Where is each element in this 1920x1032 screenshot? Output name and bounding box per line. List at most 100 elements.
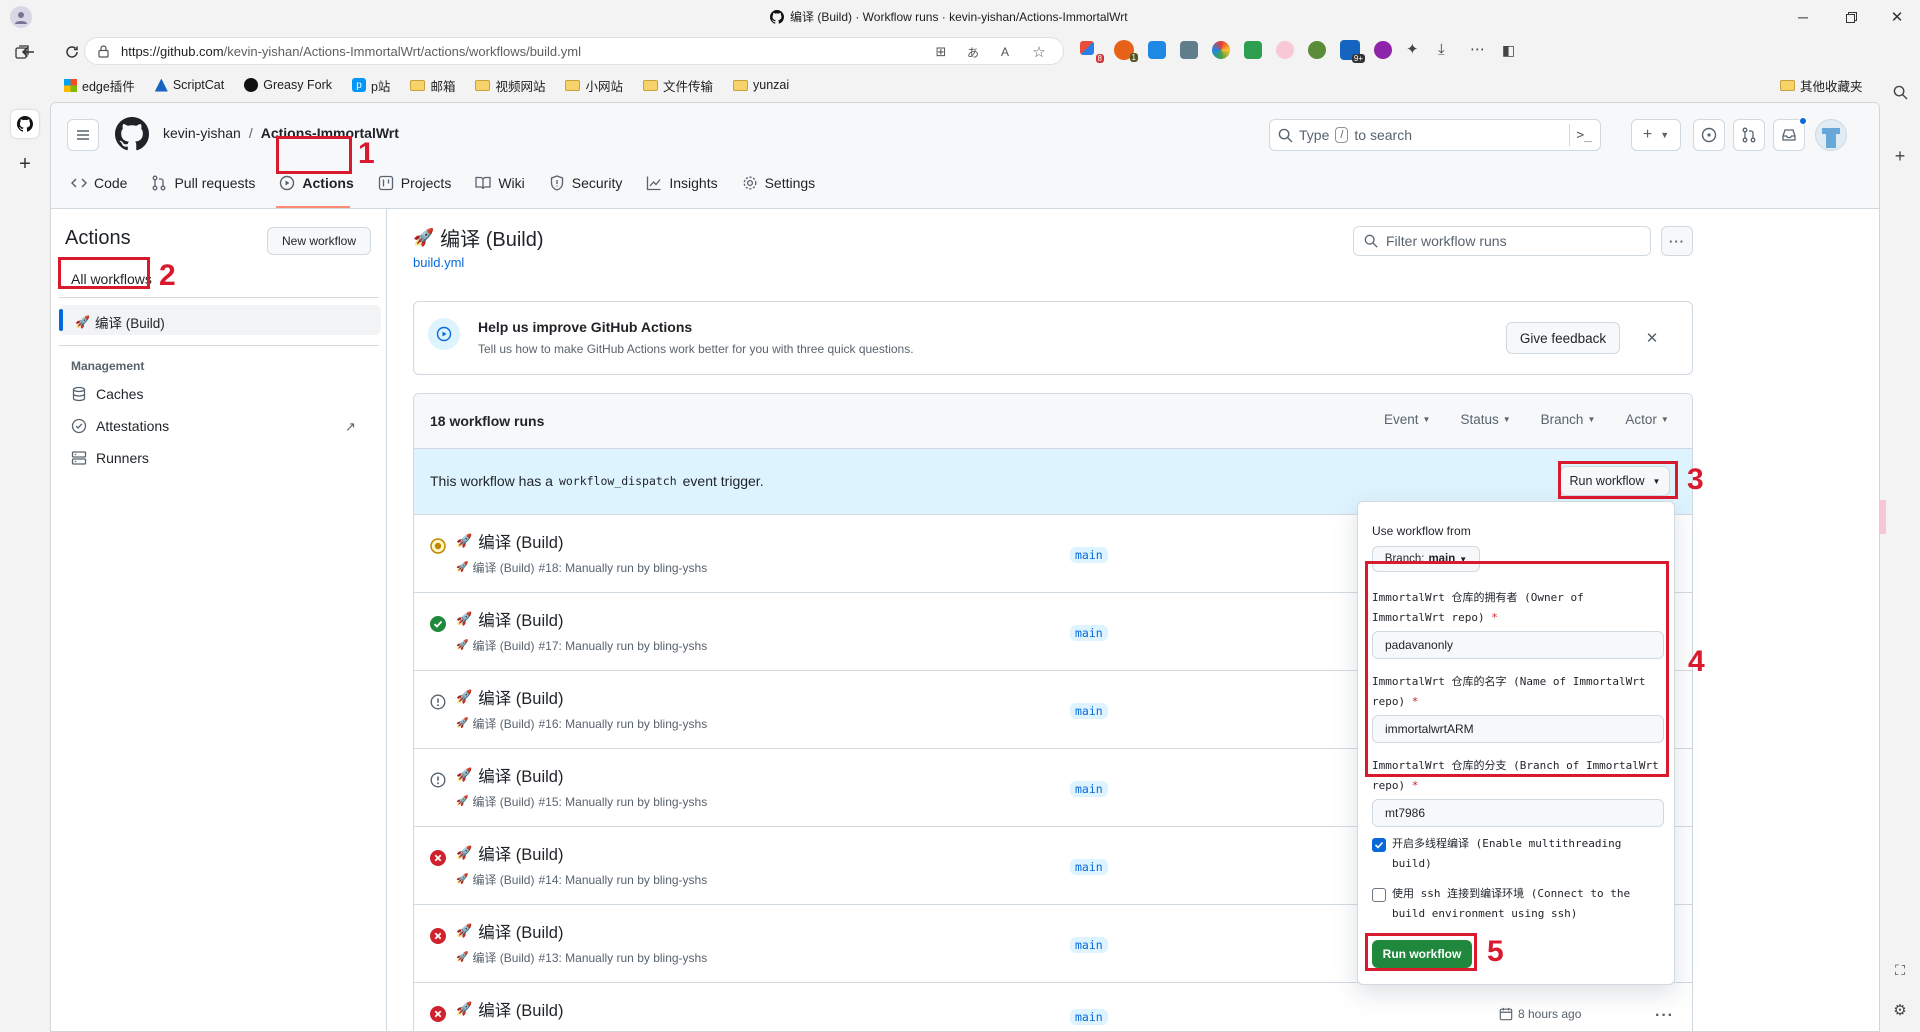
bookmark-folder-small-sites[interactable]: 小网站 — [557, 72, 631, 98]
favorite-star-icon[interactable]: ☆ — [1029, 42, 1049, 62]
branch-label[interactable]: main — [1070, 859, 1108, 875]
projects-icon — [378, 175, 393, 191]
run-title-link[interactable]: 🚀 编译 (Build) — [456, 997, 563, 1021]
sidebar-add-icon[interactable]: + — [1888, 144, 1912, 168]
issues-icon[interactable] — [1693, 119, 1725, 151]
close-icon[interactable]: ✕ — [1640, 326, 1664, 350]
more-menu-icon[interactable]: ⋯ — [1470, 41, 1488, 59]
tab-wiki[interactable]: Wiki — [467, 167, 532, 199]
extension-3-icon[interactable] — [1148, 41, 1166, 59]
multithread-checkbox[interactable] — [1372, 838, 1386, 852]
rocket-icon: 🚀 — [456, 874, 469, 885]
translate-icon[interactable]: あ — [963, 42, 983, 62]
extension-1-icon[interactable]: 8 — [1078, 39, 1104, 63]
branch-label[interactable]: main — [1070, 703, 1108, 719]
restore-button[interactable] — [1838, 4, 1864, 30]
github-logo-icon[interactable] — [115, 117, 149, 151]
bookmark-scriptcat[interactable]: ScriptCat — [147, 72, 232, 98]
bookmark-pixiv[interactable]: p p站 — [344, 72, 398, 98]
sidebar-item-runners[interactable]: Runners — [71, 450, 149, 466]
run-title-link[interactable]: 🚀 编译 (Build) — [456, 841, 563, 865]
bookmark-folder-mail[interactable]: 邮箱 — [402, 72, 463, 98]
extension-8-icon[interactable] — [1308, 41, 1326, 59]
sidebar-item-build-workflow[interactable]: 🚀 编译 (Build) — [59, 305, 381, 335]
new-tab-icon[interactable]: + — [11, 150, 39, 178]
give-feedback-button[interactable]: Give feedback — [1506, 322, 1620, 354]
run-title-link[interactable]: 🚀 编译 (Build) — [456, 919, 563, 943]
filter-branch[interactable]: Branch ▼ — [1541, 412, 1596, 427]
tab-pull-requests[interactable]: Pull requests — [143, 167, 263, 199]
new-workflow-button[interactable]: New workflow — [267, 227, 371, 255]
profile-icon[interactable] — [10, 6, 32, 28]
github-tab-icon[interactable] — [11, 110, 39, 138]
pull-requests-icon[interactable] — [1733, 119, 1765, 151]
run-title-link[interactable]: 🚀 编译 (Build) — [456, 607, 563, 631]
branch-label[interactable]: main — [1070, 625, 1108, 641]
extension-5-icon[interactable] — [1212, 41, 1230, 59]
external-link-icon[interactable]: ↗ — [345, 419, 356, 435]
filter-status[interactable]: Status ▼ — [1460, 412, 1510, 427]
hamburger-menu-button[interactable] — [67, 119, 99, 151]
close-window-button[interactable]: ✕ — [1884, 4, 1910, 30]
search-input[interactable]: Type / to search >_ — [1269, 119, 1601, 151]
minimize-button[interactable]: ─ — [1790, 4, 1816, 30]
branch-label[interactable]: main — [1070, 1009, 1108, 1025]
rocket-icon: 🚀 — [413, 227, 435, 247]
read-aloud-icon[interactable]: A — [995, 42, 1015, 62]
branch-label[interactable]: main — [1070, 781, 1108, 797]
filter-actor[interactable]: Actor ▼ — [1625, 412, 1668, 427]
ssh-checkbox[interactable] — [1372, 888, 1386, 902]
site-info-icon[interactable] — [97, 45, 110, 58]
sidebar-toggle-icon[interactable]: ◧ — [1502, 41, 1520, 59]
tab-code[interactable]: Code — [63, 167, 135, 199]
bookmark-folder-yunzai[interactable]: yunzai — [725, 72, 797, 98]
avatar[interactable] — [1815, 119, 1847, 151]
extension-7-icon[interactable] — [1276, 41, 1294, 59]
filter-runs-input[interactable]: Filter workflow runs — [1353, 226, 1651, 256]
owner-link[interactable]: kevin-yishan — [163, 125, 241, 141]
sidebar-item-caches[interactable]: Caches — [71, 386, 143, 402]
extension-10-icon[interactable] — [1374, 41, 1392, 59]
browser-toolbar: https://github.com/kevin-yishan/Actions-… — [0, 34, 1920, 68]
bookmark-folder-file-transfer[interactable]: 文件传输 — [635, 72, 721, 98]
create-new-button[interactable]: + ▼ — [1631, 119, 1681, 151]
run-title-link[interactable]: 🚀 编译 (Build) — [456, 529, 563, 553]
screenshot-icon[interactable]: ⛶ — [1888, 958, 1912, 982]
filter-event[interactable]: Event ▼ — [1384, 412, 1430, 427]
bookmark-greasyfork[interactable]: Greasy Fork — [236, 72, 340, 98]
extensions-puzzle-icon[interactable]: ✦ — [1406, 41, 1424, 59]
tab-security[interactable]: Security — [541, 167, 631, 199]
branch-label[interactable]: main — [1070, 547, 1108, 563]
bookmark-folder-video[interactable]: 视频网站 — [467, 72, 553, 98]
workflow-more-button[interactable]: ··· — [1661, 226, 1693, 256]
downloads-icon[interactable]: ⤓ — [1438, 41, 1456, 59]
bookmark-edge-addons[interactable]: edge插件 — [56, 72, 143, 98]
address-bar[interactable]: https://github.com/kevin-yishan/Actions-… — [84, 37, 1064, 65]
branch-label[interactable]: main — [1070, 937, 1108, 953]
run-more-icon[interactable]: ··· — [1655, 1007, 1674, 1025]
back-arrow-icon[interactable] — [14, 40, 42, 64]
inbox-icon[interactable] — [1773, 117, 1807, 151]
workflow-file-link[interactable]: build.yml — [413, 255, 464, 270]
apps-icon[interactable]: ⊞ — [931, 42, 951, 62]
sidebar-settings-icon[interactable]: ⚙ — [1888, 998, 1912, 1022]
branch-input[interactable]: mt7986 — [1372, 799, 1664, 827]
tab-projects[interactable]: Projects — [370, 167, 460, 199]
other-favorites[interactable]: 其他收藏夹 — [1772, 72, 1871, 98]
extension-9-icon[interactable]: 9+ — [1340, 40, 1365, 63]
extension-6-icon[interactable] — [1244, 41, 1262, 59]
bookmarks-bar: edge插件 ScriptCat Greasy Fork p p站 邮箱 视频网站… — [0, 68, 1920, 102]
folder-icon — [642, 79, 658, 91]
run-title-link[interactable]: 🚀 编译 (Build) — [456, 763, 563, 787]
command-palette-icon[interactable]: >_ — [1576, 128, 1592, 143]
tab-insights[interactable]: Insights — [638, 167, 725, 199]
search-sidebar-icon[interactable] — [1888, 80, 1912, 104]
tab-settings[interactable]: Settings — [734, 167, 824, 199]
sidebar-item-attestations[interactable]: Attestations — [71, 418, 169, 434]
extension-4-icon[interactable] — [1180, 41, 1198, 59]
url-path: /kevin-yishan/Actions-ImmortalWrt/action… — [223, 44, 581, 59]
extension-2-icon[interactable]: 1 — [1114, 40, 1138, 62]
refresh-icon[interactable] — [58, 40, 86, 64]
url-text[interactable]: https://github.com/kevin-yishan/Actions-… — [121, 44, 581, 59]
run-title-link[interactable]: 🚀 编译 (Build) — [456, 685, 563, 709]
